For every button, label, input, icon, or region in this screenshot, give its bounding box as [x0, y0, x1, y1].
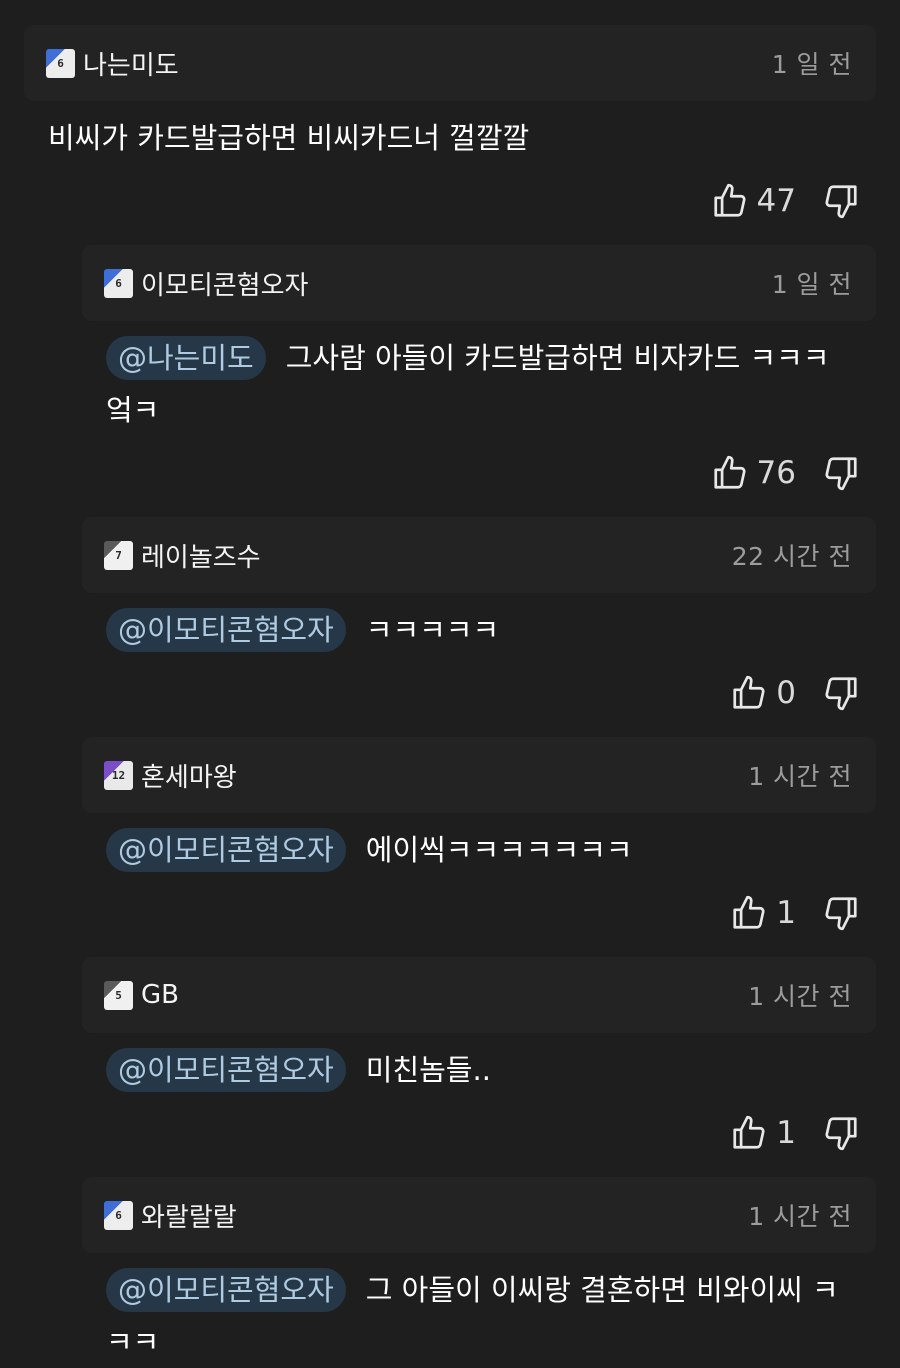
author-info: 12 혼세마왕 — [104, 737, 237, 813]
like-count: 76 — [756, 455, 796, 491]
level-badge: 12 — [104, 760, 133, 790]
level-badge: 5 — [104, 980, 133, 1010]
like-group: 1 — [730, 894, 796, 932]
author-info: 6 나는미도 — [46, 25, 179, 101]
mention-tag[interactable]: @이모티콘혐오자 — [106, 608, 346, 652]
comment-timestamp: 1 시간 전 — [748, 982, 852, 1011]
level-number: 6 — [115, 276, 122, 290]
comment-text: 그사람 아들이 카드발급하면 비자카드 ㅋㅋㅋ — [285, 341, 830, 375]
thumbs-up-icon[interactable] — [711, 182, 749, 220]
author-name[interactable]: 와랄랄랄 — [141, 1197, 237, 1234]
comment-body: @이모티콘혐오자 에이씩ㅋㅋㅋㅋㅋㅋㅋ — [106, 824, 633, 876]
comment-header: 12 혼세마왕 1 시간 전 — [82, 737, 876, 813]
comment-text-line2: 엌ㅋ — [106, 393, 160, 427]
mention-tag[interactable]: @이모티콘혐오자 — [106, 1048, 346, 1092]
comment-body-continued: ㅋㅋ — [106, 1316, 159, 1368]
thumbs-up-icon[interactable] — [730, 674, 768, 712]
thumbs-up-icon[interactable] — [711, 454, 749, 492]
author-name[interactable]: 혼세마왕 — [141, 757, 237, 794]
comment-header: 6 와랄랄랄 1 시간 전 — [82, 1177, 876, 1253]
comment-timestamp: 22 시간 전 — [731, 542, 852, 571]
comment-body: @나는미도 그사람 아들이 카드발급하면 비자카드 ㅋㅋㅋ — [106, 332, 830, 384]
author-info: 6 와랄랄랄 — [104, 1177, 237, 1253]
author-info: 6 이모티콘혐오자 — [104, 245, 308, 321]
thumbs-down-icon[interactable] — [822, 674, 860, 712]
level-badge: 6 — [104, 1200, 133, 1230]
comment-text-line2: ㅋㅋ — [106, 1325, 160, 1359]
comment-header: 6 이모티콘혐오자 1 일 전 — [82, 245, 876, 321]
comment-actions: 0 — [730, 671, 860, 715]
author-name[interactable]: 나는미도 — [83, 45, 179, 82]
comment-text: 비씨가 카드발급하면 비씨카드너 껄깔깔 — [48, 121, 530, 155]
thumbs-down-icon[interactable] — [822, 454, 860, 492]
author-name[interactable]: 이모티콘혐오자 — [141, 265, 308, 302]
thumbs-down-icon[interactable] — [822, 894, 860, 932]
like-group: 0 — [730, 674, 796, 712]
author-info: 5 GB — [104, 957, 179, 1033]
like-count: 1 — [776, 895, 796, 931]
comment-header: 6 나는미도 1 일 전 — [24, 25, 876, 101]
like-group: 47 — [711, 182, 796, 220]
comment-actions: 1 — [730, 891, 860, 935]
comment-text: 에이씩ㅋㅋㅋㅋㅋㅋㅋ — [365, 833, 633, 867]
comment-timestamp: 1 일 전 — [771, 270, 852, 299]
level-number: 7 — [115, 548, 122, 562]
comment-text: 그 아들이 이씨랑 결혼하면 비와이씨 ㅋ — [365, 1273, 839, 1307]
comment-actions: 76 — [711, 451, 860, 495]
mention-tag[interactable]: @이모티콘혐오자 — [106, 828, 346, 872]
comment-timestamp: 1 시간 전 — [748, 762, 852, 791]
level-badge: 7 — [104, 540, 133, 570]
comment-header: 7 레이놀즈수 22 시간 전 — [82, 517, 876, 593]
like-count: 1 — [776, 1115, 796, 1151]
mention-tag[interactable]: @나는미도 — [106, 336, 266, 380]
level-number: 6 — [115, 1208, 122, 1222]
mention-tag[interactable]: @이모티콘혐오자 — [106, 1268, 346, 1312]
comment-body: @이모티콘혐오자 ㅋㅋㅋㅋㅋ — [106, 604, 499, 656]
comment-body: @이모티콘혐오자 미친놈들.. — [106, 1044, 491, 1096]
thumbs-up-icon[interactable] — [730, 894, 768, 932]
thumbs-down-icon[interactable] — [822, 1114, 860, 1152]
comment-text: ㅋㅋㅋㅋㅋ — [365, 613, 500, 647]
thumbs-up-icon[interactable] — [730, 1114, 768, 1152]
level-badge: 6 — [104, 268, 133, 298]
comment-body: @이모티콘혐오자 그 아들이 이씨랑 결혼하면 비와이씨 ㅋ — [106, 1264, 839, 1316]
author-name[interactable]: GB — [141, 980, 179, 1010]
thumbs-down-icon[interactable] — [822, 182, 860, 220]
like-count: 47 — [756, 183, 796, 219]
author-info: 7 레이놀즈수 — [104, 517, 261, 593]
like-count: 0 — [776, 675, 796, 711]
comment-body: 비씨가 카드발급하면 비씨카드너 껄깔깔 — [48, 112, 529, 164]
comment-actions: 1 — [730, 1111, 860, 1155]
like-group: 1 — [730, 1114, 796, 1152]
comment-timestamp: 1 시간 전 — [748, 1202, 852, 1231]
level-badge: 6 — [46, 48, 75, 78]
comment-text: 미친놈들.. — [365, 1053, 491, 1087]
comment-actions: 47 — [711, 179, 860, 223]
author-name[interactable]: 레이놀즈수 — [141, 537, 261, 574]
level-number: 12 — [111, 768, 126, 782]
comment-timestamp: 1 일 전 — [771, 50, 852, 79]
comment-header: 5 GB 1 시간 전 — [82, 957, 876, 1033]
like-group: 76 — [711, 454, 796, 492]
level-number: 6 — [57, 56, 64, 70]
level-number: 5 — [115, 988, 122, 1002]
comment-body-continued: 엌ㅋ — [106, 384, 159, 436]
